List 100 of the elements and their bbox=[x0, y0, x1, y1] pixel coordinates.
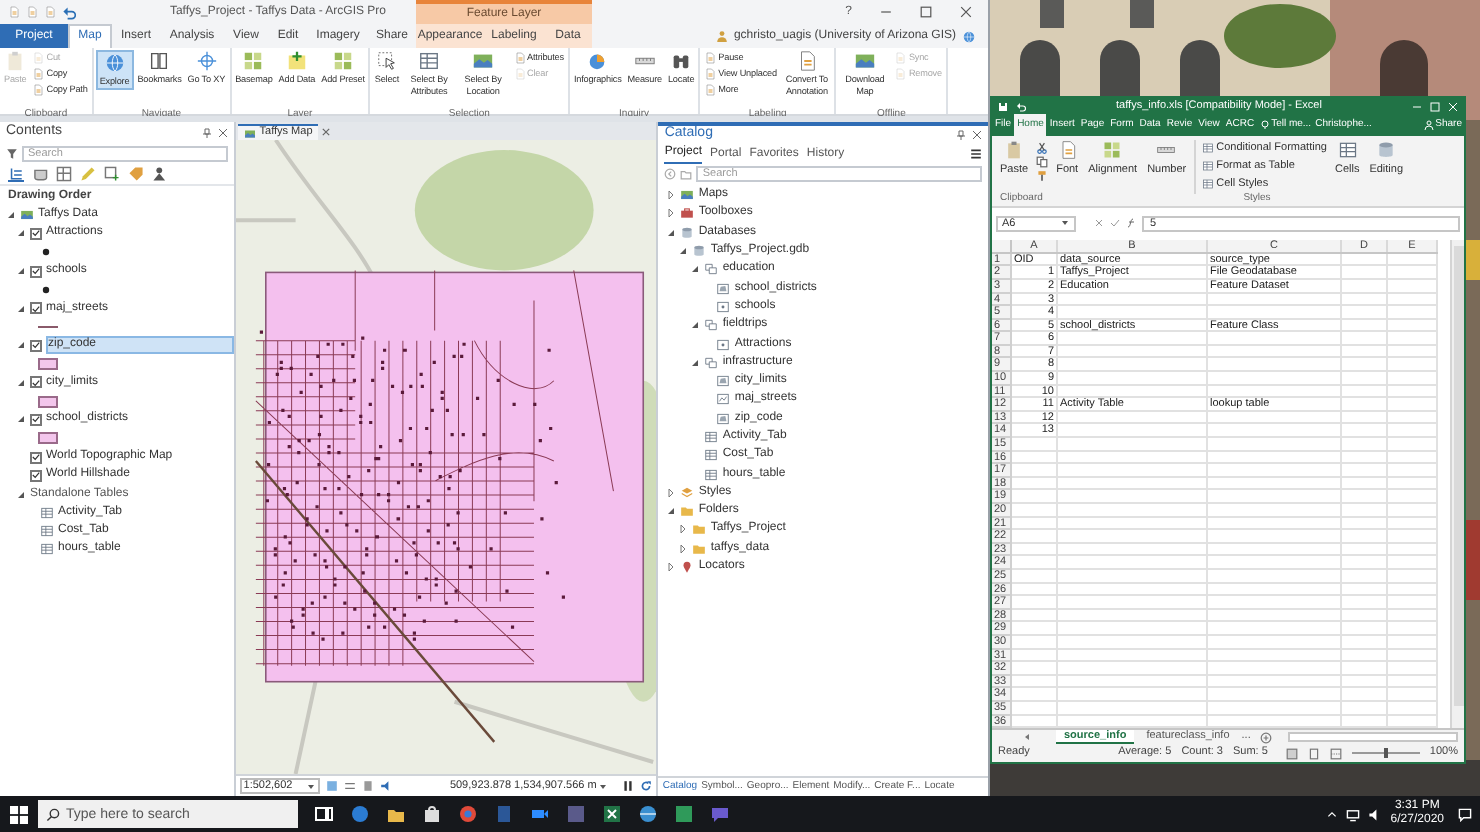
empty-cell[interactable] bbox=[1058, 306, 1208, 320]
folder-icon[interactable] bbox=[386, 804, 406, 824]
empty-cell[interactable] bbox=[1058, 490, 1208, 505]
grid-icon[interactable] bbox=[361, 780, 374, 792]
empty-cell[interactable] bbox=[1208, 411, 1342, 425]
minimize-icon[interactable] bbox=[1412, 101, 1422, 111]
empty-cell[interactable] bbox=[1388, 649, 1438, 663]
maximize-icon[interactable] bbox=[920, 6, 932, 18]
empty-cell[interactable] bbox=[1342, 490, 1388, 505]
empty-cell[interactable] bbox=[1388, 266, 1438, 280]
empty-cell[interactable] bbox=[1388, 345, 1438, 359]
camera-icon[interactable] bbox=[530, 804, 550, 824]
empty-cell[interactable] bbox=[1342, 688, 1388, 702]
copy-icon[interactable] bbox=[1036, 155, 1049, 168]
empty-cell[interactable] bbox=[1342, 701, 1388, 716]
empty-cell[interactable] bbox=[1342, 464, 1388, 478]
normal-view-icon[interactable] bbox=[1285, 747, 1298, 760]
empty-cell[interactable] bbox=[1388, 477, 1438, 491]
page-break-icon[interactable] bbox=[1329, 747, 1342, 760]
empty-cell[interactable] bbox=[1342, 477, 1388, 491]
close-icon[interactable] bbox=[217, 128, 228, 138]
empty-cell[interactable] bbox=[1388, 398, 1438, 412]
empty-cell[interactable] bbox=[1208, 569, 1342, 584]
caret-icon[interactable] bbox=[1060, 218, 1070, 229]
brush-icon[interactable] bbox=[1036, 169, 1049, 182]
empty-cell[interactable] bbox=[1058, 517, 1208, 531]
empty-cell[interactable] bbox=[1342, 543, 1388, 557]
expander-icon[interactable] bbox=[16, 340, 26, 351]
empty-cell[interactable] bbox=[1388, 451, 1438, 465]
expander-icon[interactable] bbox=[690, 320, 701, 331]
refresh-icon[interactable] bbox=[640, 780, 653, 792]
empty-cell[interactable] bbox=[1058, 675, 1208, 689]
empty-cell[interactable] bbox=[1058, 609, 1208, 623]
empty-cell[interactable] bbox=[1058, 688, 1208, 702]
expander-icon[interactable] bbox=[16, 303, 26, 314]
expander-icon[interactable] bbox=[666, 562, 677, 573]
empty-cell[interactable] bbox=[1388, 372, 1438, 386]
empty-cell[interactable] bbox=[1058, 530, 1208, 544]
empty-cell[interactable] bbox=[1342, 649, 1388, 663]
expander-icon[interactable] bbox=[678, 543, 689, 554]
empty-cell[interactable] bbox=[1208, 556, 1342, 570]
empty-cell[interactable] bbox=[1058, 424, 1208, 439]
expander-icon[interactable] bbox=[666, 227, 677, 238]
square-plus-icon[interactable] bbox=[104, 166, 120, 182]
empty-cell[interactable] bbox=[1208, 530, 1342, 544]
empty-cell[interactable] bbox=[1058, 464, 1208, 478]
minimize-icon[interactable] bbox=[880, 6, 892, 18]
empty-cell[interactable] bbox=[1388, 293, 1438, 307]
empty-cell[interactable] bbox=[1208, 596, 1342, 610]
empty-cell[interactable] bbox=[1342, 398, 1388, 412]
empty-cell[interactable] bbox=[1208, 293, 1342, 307]
empty-cell[interactable] bbox=[1388, 596, 1438, 610]
empty-cell[interactable] bbox=[1342, 385, 1388, 399]
empty-cell[interactable] bbox=[1208, 701, 1342, 716]
zoom-slider-thumb[interactable] bbox=[1383, 748, 1388, 759]
horizontal-scrollbar[interactable] bbox=[1288, 732, 1458, 743]
empty-cell[interactable] bbox=[1208, 517, 1342, 531]
filter-icon[interactable] bbox=[6, 148, 18, 160]
browser-icon[interactable] bbox=[350, 804, 370, 824]
empty-cell[interactable] bbox=[1388, 279, 1438, 294]
visibility-checkbox[interactable] bbox=[30, 469, 42, 482]
undo-icon[interactable] bbox=[1016, 101, 1026, 111]
pencil-icon[interactable] bbox=[80, 166, 96, 182]
empty-cell[interactable] bbox=[1208, 649, 1342, 663]
expander-icon[interactable] bbox=[666, 208, 677, 219]
empty-cell[interactable] bbox=[1058, 635, 1208, 650]
empty-cell[interactable] bbox=[1388, 319, 1438, 333]
expander-icon[interactable] bbox=[678, 246, 689, 257]
empty-cell[interactable] bbox=[1342, 411, 1388, 425]
empty-cell[interactable] bbox=[1388, 490, 1438, 505]
expander-icon[interactable] bbox=[678, 524, 689, 535]
function-icon[interactable] bbox=[1126, 218, 1136, 229]
empty-cell[interactable] bbox=[1388, 635, 1438, 650]
empty-cell[interactable] bbox=[1388, 332, 1438, 346]
empty-cell[interactable] bbox=[1058, 543, 1208, 557]
empty-cell[interactable] bbox=[1388, 701, 1438, 716]
undo-icon[interactable] bbox=[62, 5, 76, 19]
empty-cell[interactable] bbox=[1058, 477, 1208, 491]
empty-cell[interactable] bbox=[1058, 504, 1208, 518]
empty-cell[interactable] bbox=[1342, 622, 1388, 636]
empty-cell[interactable] bbox=[1058, 451, 1208, 465]
empty-cell[interactable] bbox=[1208, 622, 1342, 636]
empty-cell[interactable] bbox=[1208, 543, 1342, 557]
empty-cell[interactable] bbox=[1388, 662, 1438, 676]
close-icon[interactable] bbox=[960, 6, 972, 18]
empty-cell[interactable] bbox=[1208, 385, 1342, 399]
scissors-icon[interactable] bbox=[1036, 141, 1049, 154]
pin-icon[interactable] bbox=[956, 130, 967, 140]
expander-icon[interactable] bbox=[16, 266, 26, 277]
empty-cell[interactable] bbox=[1058, 345, 1208, 359]
empty-cell[interactable] bbox=[1342, 279, 1388, 294]
expander-icon[interactable] bbox=[690, 357, 701, 368]
page-layout-icon[interactable] bbox=[1307, 747, 1320, 760]
empty-cell[interactable] bbox=[1342, 451, 1388, 465]
empty-cell[interactable] bbox=[1388, 517, 1438, 531]
empty-cell[interactable] bbox=[1058, 372, 1208, 386]
circle-icon[interactable] bbox=[458, 804, 478, 824]
expander-icon[interactable] bbox=[6, 210, 16, 221]
empty-cell[interactable] bbox=[1208, 372, 1342, 386]
pin-icon[interactable] bbox=[201, 128, 212, 138]
